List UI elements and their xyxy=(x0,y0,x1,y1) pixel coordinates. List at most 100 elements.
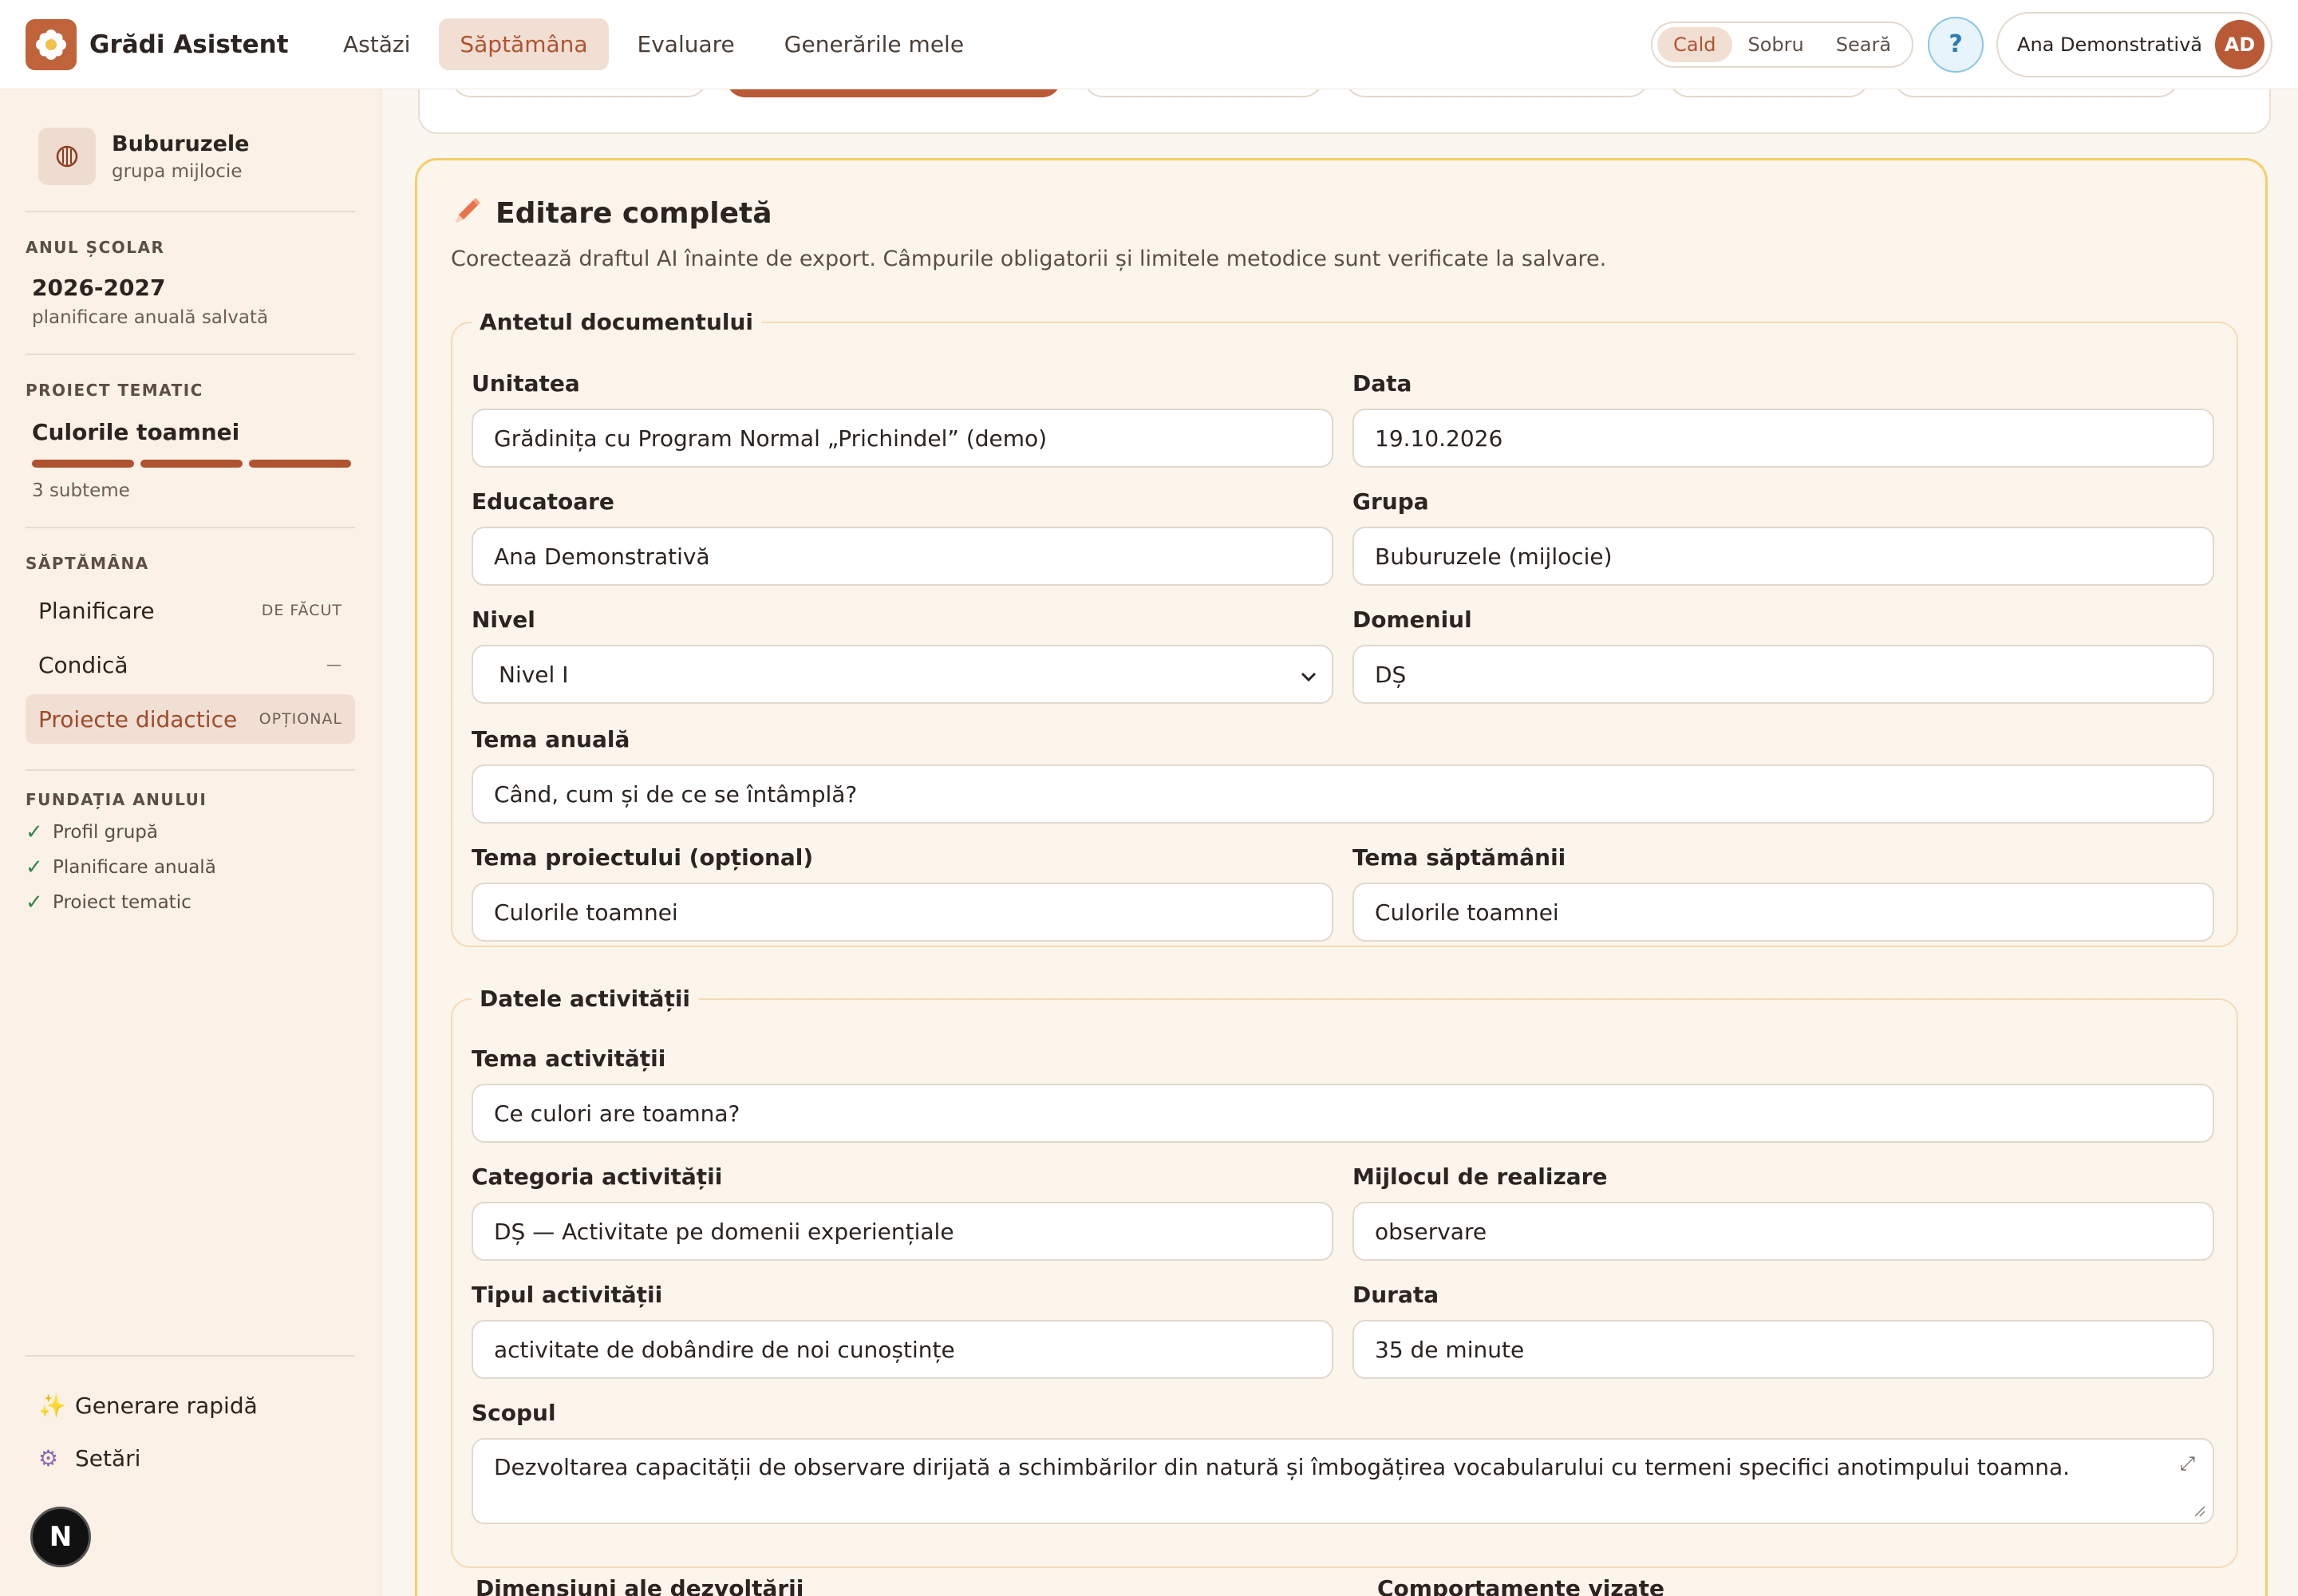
sparkles-icon: ✨ xyxy=(38,1392,66,1419)
sidebar-item-didactic-projects[interactable]: Proiecte didactice OPȚIONAL xyxy=(26,694,355,744)
tone-switch: Cald Sobru Seară xyxy=(1651,21,1914,68)
domain-input[interactable]: DȘ xyxy=(1352,645,2214,704)
field-label: Tema proiectului (opțional) xyxy=(472,844,814,871)
chevron-down-icon xyxy=(1300,662,1317,688)
peek-pill[interactable] xyxy=(1345,89,1648,97)
school-year-value[interactable]: 2026-2027 xyxy=(32,275,355,301)
sidebar-item-register[interactable]: Condică — xyxy=(26,640,355,689)
activity-theme-field-group: Tema activității Ce culori are toamna? xyxy=(472,1045,2214,1143)
activity-theme-input[interactable]: Ce culori are toamna? xyxy=(472,1084,2214,1143)
project-theme-input[interactable]: Culorile toamnei xyxy=(472,883,1333,942)
group-level: grupa mijlocie xyxy=(112,160,243,182)
check-icon: ✓ xyxy=(26,855,43,879)
field-label: Tipul activității xyxy=(472,1282,663,1308)
foundation-item-label: Proiect tematic xyxy=(53,892,192,913)
peek-pill[interactable] xyxy=(1084,89,1323,97)
sidebar-item-label: Proiecte didactice xyxy=(38,705,238,733)
level-select[interactable]: Nivel I xyxy=(472,645,1333,704)
group-card[interactable]: Buburuzele grupa mijlocie xyxy=(38,128,355,185)
nav-today[interactable]: Astăzi xyxy=(322,18,431,70)
expand-icon[interactable]: ⤢ xyxy=(2180,1452,2195,1475)
status-badge: DE FĂCUT xyxy=(261,602,342,619)
peek-pill[interactable] xyxy=(1894,89,2178,97)
project-progress xyxy=(32,460,355,468)
user-menu[interactable]: Ana Demonstrativă AD xyxy=(1996,11,2272,77)
divider xyxy=(26,1355,355,1357)
project-title[interactable]: Culorile toamnei xyxy=(32,419,355,445)
gear-icon: ⚙ xyxy=(38,1444,59,1472)
annual-theme-input[interactable]: Când, cum și de ce se întâmplă? xyxy=(472,764,2214,824)
tone-warm[interactable]: Cald xyxy=(1657,26,1732,62)
activity-data-section: Datele activității Tema activității Ce c… xyxy=(451,986,2238,1568)
week-theme-input[interactable]: Culorile toamnei xyxy=(1352,883,2214,942)
peek-pill[interactable] xyxy=(1669,89,1869,97)
main-nav: Astăzi Săptămâna Evaluare Generările mel… xyxy=(322,18,985,70)
field-label: Durata xyxy=(1352,1282,1439,1308)
school-year-label: ANUL ȘCOLAR xyxy=(26,238,165,257)
field-label: Mijlocul de realizare xyxy=(1352,1163,1608,1190)
brand[interactable]: Grădi Asistent xyxy=(26,18,297,70)
domain-field-group: Domeniul DȘ xyxy=(1352,606,2214,704)
field-label: Tema anuală xyxy=(472,726,630,753)
activity-type-input[interactable]: activitate de dobândire de noi cunoștinț… xyxy=(472,1320,1333,1379)
duration-input[interactable]: 35 de minute xyxy=(1352,1320,2214,1379)
group-input[interactable]: Buburuzele (mijlocie) xyxy=(1352,527,2214,586)
category-input[interactable]: DȘ — Activitate pe domenii experiențiale xyxy=(472,1202,1333,1261)
full-edit-panel: Editare completă Corectează draftul AI î… xyxy=(415,158,2268,1596)
week-label: SĂPTĂMÂNA xyxy=(26,554,149,573)
sidebar-item-label: Condică xyxy=(38,651,128,678)
tone-sober[interactable]: Sobru xyxy=(1732,27,1820,62)
foundation-item-annual-plan[interactable]: ✓ Planificare anuală xyxy=(26,855,355,879)
help-button[interactable]: ? xyxy=(1928,16,1984,73)
field-label: Nivel xyxy=(472,606,535,633)
divider xyxy=(26,354,355,355)
field-label: Educatoare xyxy=(472,488,614,515)
settings-label: Setări xyxy=(75,1444,141,1472)
resize-handle-icon[interactable] xyxy=(2192,1503,2206,1518)
foundation-item-thematic-project[interactable]: ✓ Proiect tematic xyxy=(26,891,355,915)
nav-evaluation[interactable]: Evaluare xyxy=(617,18,756,70)
nav-my-generations[interactable]: Generările mele xyxy=(764,18,985,70)
field-label: Grupa xyxy=(1352,488,1429,515)
foundation-label: FUNDAȚIA ANULUI xyxy=(26,790,207,809)
group-field-group: Grupa Buburuzele (mijlocie) xyxy=(1352,488,2214,586)
dev-indicator-button[interactable]: N xyxy=(30,1507,91,1567)
sidebar: Buburuzele grupa mijlocie ANUL ȘCOLAR 20… xyxy=(0,89,381,1596)
settings-button[interactable]: ⚙ Setări xyxy=(26,1432,355,1484)
unit-input[interactable]: Grădinița cu Program Normal „Prichindel”… xyxy=(472,409,1333,468)
dimensions-label: Dimensiuni ale dezvoltării xyxy=(476,1575,804,1596)
quick-generate-button[interactable]: ✨ Generare rapidă xyxy=(26,1379,355,1432)
category-field-group: Categoria activității DȘ — Activitate pe… xyxy=(472,1163,1333,1261)
field-label: Data xyxy=(1352,370,1412,397)
sidebar-actions: ✨ Generare rapidă ⚙ Setări xyxy=(26,1355,355,1484)
field-label: Tema activității xyxy=(472,1045,666,1072)
teacher-field-group: Educatoare Ana Demonstrativă xyxy=(472,488,1333,586)
means-input[interactable]: observare xyxy=(1352,1202,2214,1261)
goal-text: Dezvoltarea capacității de observare dir… xyxy=(494,1454,2071,1480)
check-icon: ✓ xyxy=(26,820,43,844)
teacher-input[interactable]: Ana Demonstrativă xyxy=(472,527,1333,586)
section-legend: Datele activității xyxy=(480,986,691,1012)
foundation-item-group-profile[interactable]: ✓ Profil grupă xyxy=(26,820,355,844)
peek-pill[interactable] xyxy=(452,89,707,97)
foundation-item-label: Planificare anuală xyxy=(53,857,216,878)
progress-segment xyxy=(140,460,243,468)
peek-pill-active[interactable] xyxy=(726,89,1061,97)
ladybug-icon xyxy=(38,128,96,185)
status-badge: OPȚIONAL xyxy=(259,710,342,728)
unit-field-group: Unitatea Grădinița cu Program Normal „Pr… xyxy=(472,370,1333,468)
tone-evening[interactable]: Seară xyxy=(1820,27,1907,62)
level-field-group: Nivel Nivel I xyxy=(472,606,1333,704)
pencil-icon xyxy=(451,196,483,231)
progress-segment xyxy=(32,460,134,468)
annual-theme-field-group: Tema anuală Când, cum și de ce se întâmp… xyxy=(472,726,2214,824)
goal-textarea[interactable]: Dezvoltarea capacității de observare dir… xyxy=(472,1438,2214,1524)
project-label: PROIECT TEMATIC xyxy=(26,381,203,400)
date-input[interactable]: 19.10.2026 xyxy=(1352,409,2214,468)
school-year-note: planificare anuală salvată xyxy=(32,307,269,328)
document-header-section: Antetul documentului Unitatea Grădinița … xyxy=(451,309,2238,947)
sidebar-item-planning[interactable]: Planificare DE FĂCUT xyxy=(26,586,355,635)
nav-week[interactable]: Săptămâna xyxy=(439,18,609,70)
field-label: Domeniul xyxy=(1352,606,1472,633)
project-subthemes: 3 subteme xyxy=(32,480,130,501)
